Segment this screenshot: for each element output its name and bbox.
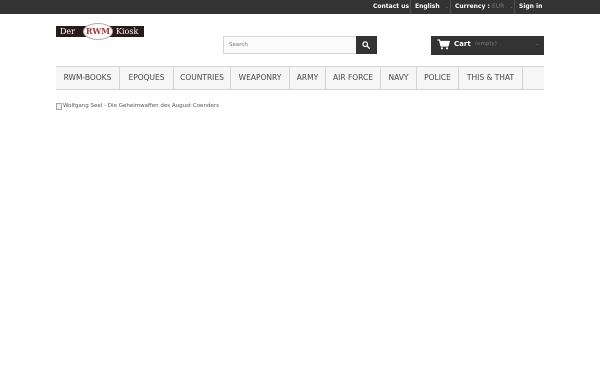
top-nav-bar: Contact us English ⌄ Currency : EUR ⌄ Sign… [0, 0, 600, 14]
product-image-alt-text: Wolfgang Seel - Die Geheimwaffen des Aug… [63, 103, 219, 109]
currency-label: Currency : [455, 3, 490, 10]
search-icon [362, 41, 370, 49]
language-value: English [415, 3, 440, 10]
main-menu: RWM-BOOKS EPOQUES COUNTRIES WEAPONRY ARM… [56, 66, 544, 90]
menu-item-rwm-books[interactable]: RWM-BOOKS [56, 67, 120, 89]
menu-item-epoques[interactable]: EPOQUES [120, 67, 174, 89]
menu-item-weaponry[interactable]: WEAPONRY [231, 67, 290, 89]
cart-status: (empty) [475, 41, 497, 47]
menu-item-police[interactable]: POLICE [417, 67, 459, 89]
currency-value: EUR [491, 3, 505, 10]
language-selector[interactable]: English ⌄ [411, 0, 453, 14]
logo-text-right: Kiosk [116, 27, 139, 36]
broken-image-icon [56, 102, 62, 110]
menu-item-countries[interactable]: COUNTRIES [174, 67, 231, 89]
currency-selector[interactable]: Currency : EUR ⌄ [451, 0, 518, 14]
product-image[interactable]: Wolfgang Seel - Die Geheimwaffen des Aug… [56, 101, 219, 111]
cart-label: Cart [454, 40, 471, 48]
menu-item-this-and-that[interactable]: THIS & THAT [459, 67, 523, 89]
chevron-down-icon: ⌄ [444, 4, 449, 10]
sign-in-link[interactable]: Sign in [515, 0, 546, 14]
cart-icon [437, 39, 450, 50]
menu-item-air-force[interactable]: AIR FORCE [326, 67, 381, 89]
cart-button[interactable]: Cart (empty) ⌄ [431, 36, 544, 55]
site-logo[interactable]: Der RWM Kiosk [56, 23, 144, 40]
search-input[interactable] [223, 36, 357, 54]
logo-text-left: Der [60, 27, 75, 36]
chevron-down-icon: ⌄ [535, 41, 540, 47]
chevron-down-icon: ⌄ [509, 4, 514, 10]
menu-item-navy[interactable]: NAVY [381, 67, 417, 89]
search-button[interactable] [356, 36, 377, 54]
contact-us-link[interactable]: Contact us [369, 0, 413, 14]
logo-mark: RWM [85, 26, 111, 36]
logo-seal: RWM [83, 23, 113, 40]
menu-item-army[interactable]: ARMY [290, 67, 326, 89]
